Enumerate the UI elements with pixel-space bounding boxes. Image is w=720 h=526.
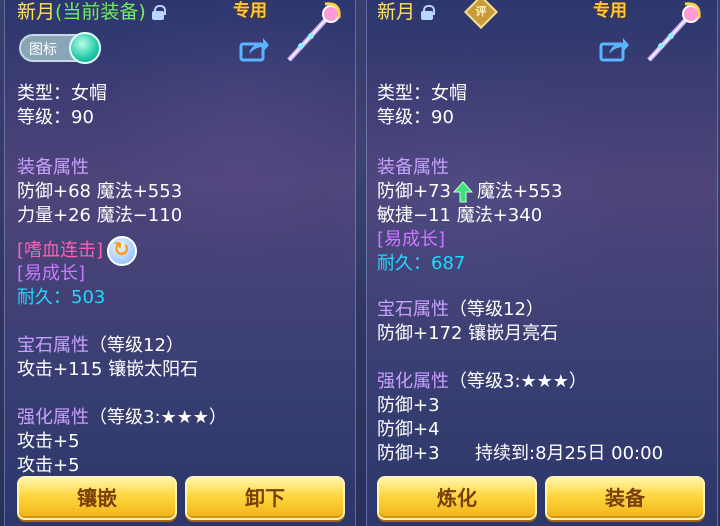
durability: 耐久：687 <box>377 253 466 274</box>
icon-toggle[interactable]: 图标 <box>19 32 101 64</box>
equip-attr-line: 防御+73 魔法+553 <box>377 180 562 204</box>
gem-level: （等级12） <box>89 335 184 356</box>
gem-attr-line: 攻击+115 镶嵌太阳石 <box>17 359 199 380</box>
item-name: 新月 <box>17 1 56 23</box>
gem-attr-heading: 宝石属性（等级12） <box>17 334 184 358</box>
enhance-attr-line: 攻击+5 <box>17 431 80 452</box>
item-name: 新月 <box>377 1 416 23</box>
inlay-button[interactable]: 镶嵌 <box>17 476 177 520</box>
equip-attr-header: 装备属性 <box>17 157 89 178</box>
icon-toggle-label: 图标 <box>29 42 57 58</box>
enhance-attr-heading: 强化属性（等级3:★★★） <box>17 406 227 430</box>
toggle-knob <box>69 32 101 64</box>
equip-attr-line: 力量+26 魔法−110 <box>17 205 183 226</box>
exclusive-label: 专用 <box>233 1 267 21</box>
durability: 耐久：503 <box>17 287 106 308</box>
compare-equipment-panel: 新月 评 专用 类型：女帽 等级：90 装备属性 防御+73 魔法+553 敏捷−… <box>366 0 718 526</box>
gem-attr-line: 防御+172 镶嵌月亮石 <box>377 323 559 344</box>
enhance-attr-line: 攻击+5 <box>17 455 80 476</box>
gem-attr-header: 宝石属性 <box>17 335 89 356</box>
up-arrow-icon <box>453 181 473 203</box>
item-level: 等级：90 <box>17 107 94 128</box>
current-equip-tag: (当前装备) <box>55 1 146 23</box>
item-level: 等级：90 <box>377 107 454 128</box>
item-title: 新月 (当前装备) <box>17 0 166 24</box>
enhance-attr-line: 防御+3 <box>377 395 440 416</box>
defense-attr: 防御+73 <box>377 181 451 202</box>
exclusive-label: 专用 <box>593 1 627 21</box>
rating-badge-icon[interactable]: 评 <box>464 0 498 29</box>
duration-text: 持续到:8月25日 00:00 <box>475 443 664 464</box>
equip-button[interactable]: 装备 <box>545 476 705 520</box>
lock-icon[interactable] <box>151 4 166 20</box>
enhance-level: （等级3:★★★） <box>89 407 227 428</box>
enhance-level: （等级3:★★★） <box>449 371 587 392</box>
item-type: 类型：女帽 <box>17 83 107 104</box>
refresh-icon[interactable] <box>107 236 138 266</box>
gem-attr-heading: 宝石属性（等级12） <box>377 298 544 322</box>
magic-attr: 魔法+553 <box>477 181 563 202</box>
current-equipment-panel: 新月 (当前装备) 专用 图标 类型：女帽 等级：90 装备属性 防御+68 魔法… <box>4 0 356 526</box>
equip-attr-line: 防御+68 魔法+553 <box>17 181 183 202</box>
equip-attr-header: 装备属性 <box>377 157 449 178</box>
gem-attr-header: 宝石属性 <box>377 299 449 320</box>
staff-weapon-icon <box>647 2 701 62</box>
rating-badge-label: 评 <box>475 5 487 18</box>
special-trait: [易成长] <box>17 263 86 284</box>
equip-attr-line: 敏捷−11 魔法+340 <box>377 205 543 226</box>
item-type: 类型：女帽 <box>377 83 467 104</box>
staff-weapon-icon <box>287 2 341 62</box>
share-icon[interactable] <box>599 36 629 62</box>
unequip-button[interactable]: 卸下 <box>185 476 345 520</box>
enhance-attr-line: 防御+3 <box>377 443 440 464</box>
lock-icon[interactable] <box>421 4 436 20</box>
item-title: 新月 <box>377 0 436 24</box>
enhance-attr-header: 强化属性 <box>17 407 89 428</box>
special-skill-label: [嗜血连击] <box>17 240 104 261</box>
enhance-attr-heading: 强化属性（等级3:★★★） <box>377 370 587 394</box>
enhance-attr-line: 防御+4 <box>377 419 440 440</box>
refine-button[interactable]: 炼化 <box>377 476 537 520</box>
gem-level: （等级12） <box>449 299 544 320</box>
share-icon[interactable] <box>239 36 269 62</box>
enhance-attr-header: 强化属性 <box>377 371 449 392</box>
special-trait: [易成长] <box>377 229 446 250</box>
